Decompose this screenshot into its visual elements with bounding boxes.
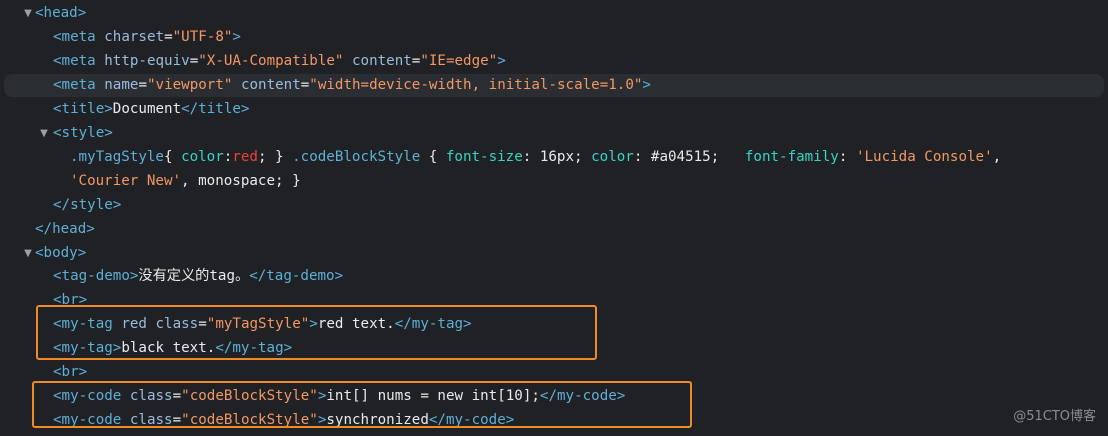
attr-name: http-equiv — [104, 53, 190, 69]
style-text-line-2[interactable]: 'Courier New', monospace; } — [0, 170, 1108, 193]
css-value: 'Courier New' — [70, 173, 182, 189]
tag-demo-text: 没有定义的tag。 — [138, 268, 250, 284]
attr-value: "width=device-width, initial-scale=1.0" — [309, 77, 643, 93]
dom-node-meta-http-equiv[interactable]: <meta http-equiv="X-UA-Compatible" conte… — [0, 50, 1108, 73]
css-rest: , monospace; } — [181, 173, 301, 189]
tag-close: > — [232, 29, 241, 45]
dom-node-title[interactable]: <title>Document</title> — [0, 98, 1108, 121]
css-value: 'Lucida Console' — [855, 149, 993, 165]
title-open-tag: <title> — [53, 101, 113, 117]
watermark: @51CTO博客 — [1013, 409, 1096, 424]
attr-value: "IE=edge" — [420, 53, 498, 69]
elements-dom-tree: ▼ <head> <meta charset="UTF-8"> <meta ht… — [0, 0, 1108, 436]
highlight-box-my-code — [32, 381, 692, 428]
head-open-tag: <head> — [35, 5, 87, 21]
tag-demo-open-tag: <tag-demo> — [53, 268, 139, 284]
caret-down-icon[interactable]: ▼ — [22, 2, 34, 25]
tag-close: > — [497, 53, 506, 69]
tag-demo-close-tag: </tag-demo> — [249, 268, 344, 284]
dom-node-meta-viewport[interactable]: <meta name="viewport" content="width=dev… — [4, 74, 1104, 97]
css-value: #a04515 — [650, 149, 711, 165]
css-property: color — [591, 149, 634, 165]
tag-close: > — [642, 77, 651, 93]
css-property: color — [181, 149, 224, 165]
style-close-tag: </style> — [53, 197, 122, 213]
attr-name: charset — [104, 29, 165, 45]
attr-name: content — [240, 77, 301, 93]
dom-node-style-close[interactable]: </style> — [0, 194, 1108, 217]
br-tag: <br> — [53, 364, 88, 380]
attr-name: content — [352, 53, 412, 69]
highlight-box-my-tag — [36, 305, 597, 360]
css-selector: .codeBlockStyle — [292, 149, 421, 165]
body-open-tag: <body> — [35, 245, 87, 261]
css-property: font-family — [744, 149, 839, 165]
attr-name: name — [104, 77, 139, 93]
meta-open-tag: <meta — [53, 53, 96, 69]
head-close-tag: </head> — [35, 221, 95, 237]
attr-value: "X-UA-Compatible" — [198, 53, 344, 69]
title-text: Document — [112, 101, 182, 117]
dom-node-style[interactable]: ▼ <style> — [0, 122, 1108, 145]
dom-node-meta-charset[interactable]: <meta charset="UTF-8"> — [0, 26, 1108, 49]
dom-node-head[interactable]: ▼ <head> — [0, 2, 1108, 25]
css-property: font-size — [445, 149, 523, 165]
meta-open-tag: <meta — [53, 29, 96, 45]
attr-value: "viewport" — [146, 77, 233, 93]
css-value: 16px — [539, 149, 575, 165]
dom-node-tag-demo[interactable]: <tag-demo>没有定义的tag。</tag-demo> — [0, 265, 1108, 288]
css-value: red — [232, 149, 258, 165]
dom-node-head-close[interactable]: </head> — [0, 218, 1108, 241]
style-text-line-1[interactable]: .myTagStyle{ color:red; } .codeBlockStyl… — [0, 146, 1108, 169]
dom-node-body[interactable]: ▼ <body> — [0, 242, 1108, 265]
css-selector: .myTagStyle — [70, 149, 164, 165]
attr-value: "UTF-8" — [172, 29, 233, 45]
style-open-tag: <style> — [53, 125, 113, 141]
meta-open-tag: <meta — [53, 77, 96, 93]
caret-down-icon[interactable]: ▼ — [22, 242, 34, 265]
title-close-tag: </title> — [181, 101, 250, 117]
caret-down-icon[interactable]: ▼ — [38, 122, 50, 145]
